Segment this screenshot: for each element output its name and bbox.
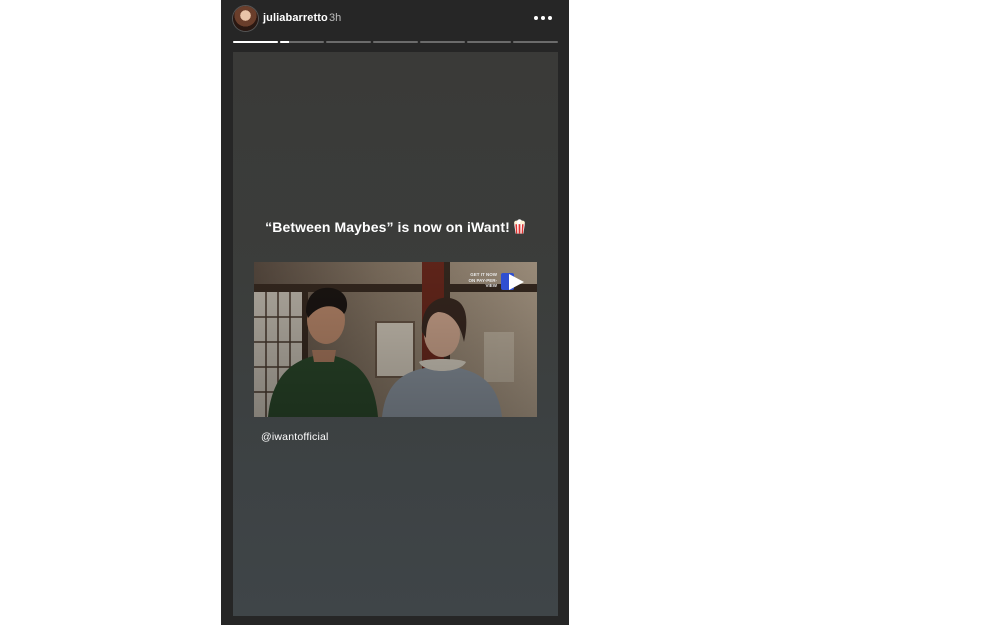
- shared-video-thumbnail[interactable]: GET IT NOW ON PAY-PER-VIEW: [254, 262, 537, 417]
- story-content[interactable]: “Between Maybes” is now on iWant! GET IT…: [233, 52, 558, 616]
- play-logo-icon: [501, 273, 524, 290]
- popcorn-emoji: [513, 219, 526, 234]
- badge-text: GET IT NOW ON PAY-PER-VIEW: [463, 272, 497, 289]
- story-header: juliabarretto 3h: [221, 0, 569, 40]
- mention-tag[interactable]: @iwantofficial: [261, 431, 329, 443]
- more-dot: [548, 16, 552, 20]
- progress-segment: [373, 41, 418, 43]
- story-headline: “Between Maybes” is now on iWant!: [233, 219, 558, 235]
- progress-segment: [279, 41, 325, 43]
- progress-segment: [513, 41, 559, 43]
- headline-text: “Between Maybes” is now on iWant!: [265, 219, 510, 235]
- more-dot: [534, 16, 538, 20]
- post-time: 3h: [329, 12, 342, 24]
- progress-segment: [326, 41, 372, 43]
- profile-avatar[interactable]: [233, 6, 258, 31]
- story-viewer: juliabarretto 3h “Between Maybes” is now…: [221, 0, 569, 625]
- pay-per-view-badge: GET IT NOW ON PAY-PER-VIEW: [463, 272, 525, 290]
- progress-fill: [233, 41, 278, 43]
- more-options-icon[interactable]: [530, 8, 556, 28]
- badge-line: ON PAY-PER-VIEW: [468, 277, 497, 289]
- progress-segment: [419, 41, 465, 43]
- username[interactable]: juliabarretto: [263, 12, 328, 24]
- progress-segment: [466, 41, 512, 43]
- more-dot: [541, 16, 545, 20]
- story-progress-bar: [233, 41, 559, 43]
- progress-segment: [233, 41, 278, 43]
- progress-fill: [279, 41, 289, 43]
